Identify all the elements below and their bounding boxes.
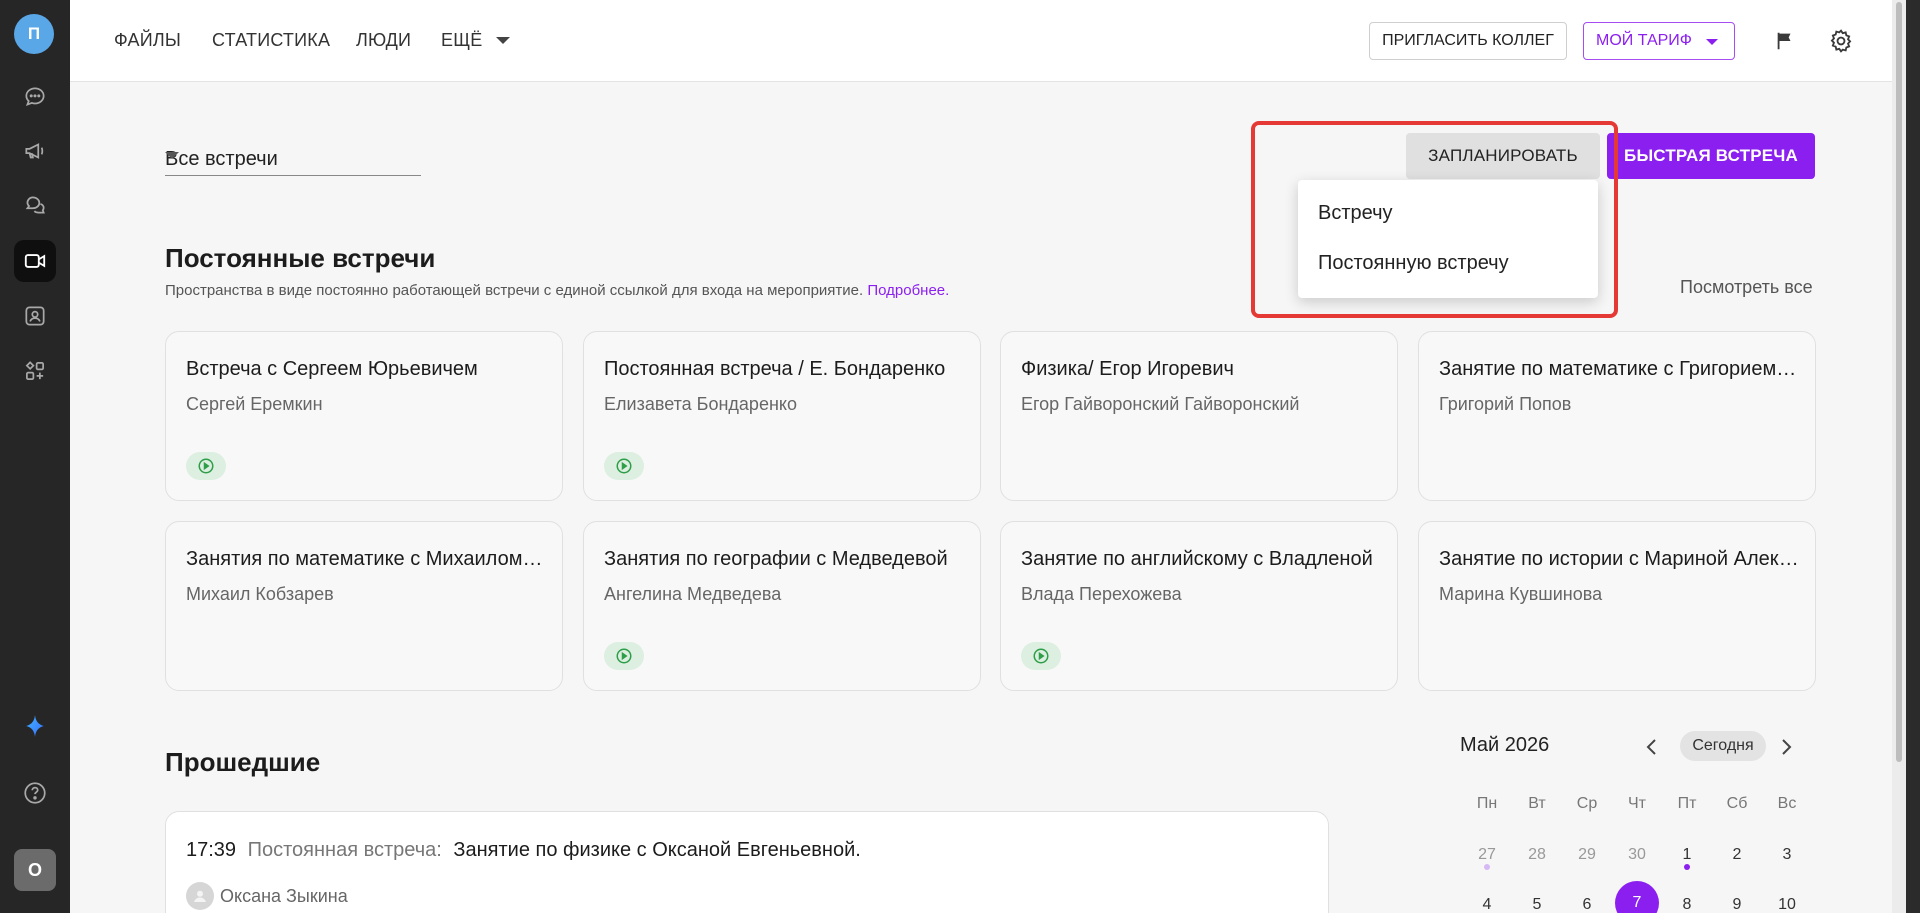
- meeting-time: 17:39: [186, 839, 237, 861]
- scrollbar[interactable]: [1892, 0, 1906, 913]
- permanent-meeting-card[interactable]: Занятия по математике с Михаилом Кобзаре…: [165, 521, 563, 691]
- person-name: Оксана Зыкина: [220, 885, 348, 906]
- card-title: Занятие по английскому с Владленой: [1021, 548, 1373, 570]
- video-icon[interactable]: [14, 240, 56, 282]
- permanent-meeting-card[interactable]: Постоянная встреча / Е. Бондаренко Елиза…: [583, 331, 981, 501]
- megaphone-icon[interactable]: [14, 130, 56, 172]
- weekday-label: Ср: [1576, 795, 1598, 812]
- meeting-name: Занятие по физике с Оксаной Евгеньевной.: [453, 839, 861, 861]
- calendar-day[interactable]: 3: [1767, 835, 1807, 875]
- permanent-meetings-subtitle: Пространства в виде постоянно работающей…: [165, 282, 949, 299]
- meeting-kind: Постоянная встреча:: [247, 839, 442, 861]
- calendar-day[interactable]: 6: [1567, 885, 1607, 913]
- filter-value: Все встречи: [165, 148, 278, 170]
- permanent-meetings-title: Постоянные встречи: [165, 243, 436, 273]
- permanent-meeting-card[interactable]: Физика/ Егор Игоревич Егор Гайворонский …: [1000, 331, 1398, 501]
- scrollbar-thumb[interactable]: [1896, 2, 1902, 762]
- permanent-meeting-card[interactable]: Занятие по математике с Григорием Поповы…: [1418, 331, 1816, 501]
- help-icon[interactable]: [14, 772, 56, 814]
- permanent-meeting-card[interactable]: Занятия по географии с Медведевой Ангели…: [583, 521, 981, 691]
- chevron-down-icon[interactable]: [496, 37, 510, 44]
- learn-more-link[interactable]: Подробнее.: [867, 282, 949, 299]
- permanent-meeting-card[interactable]: Занятие по английскому с Владленой Влада…: [1000, 521, 1398, 691]
- calendar-day[interactable]: 9: [1717, 885, 1757, 913]
- weekday-label: Вс: [1777, 795, 1797, 812]
- play-icon: [604, 642, 644, 670]
- meeting-person: Оксана Зыкина: [186, 882, 348, 910]
- card-owner: Ангелина Медведева: [604, 584, 782, 604]
- highlight-frame: [1251, 121, 1618, 318]
- play-icon: [604, 452, 644, 480]
- card-owner: Сергей Еремкин: [186, 394, 323, 414]
- play-icon: [1021, 642, 1061, 670]
- apps-icon[interactable]: [14, 350, 56, 392]
- weekday-label: Сб: [1726, 795, 1748, 812]
- card-owner: Михаил Кобзарев: [186, 584, 334, 604]
- gear-icon[interactable]: [1826, 26, 1856, 56]
- nav-more[interactable]: ЕЩЁ: [441, 30, 483, 51]
- workspace-avatar[interactable]: О: [14, 849, 56, 891]
- subtitle-text: Пространства в виде постоянно работающей…: [165, 282, 864, 299]
- nav-files[interactable]: ФАЙЛЫ: [114, 30, 181, 51]
- top-navigation: ФАЙЛЫ СТАТИСТИКА ЛЮДИ ЕЩЁ ПРИГЛАСИТЬ КОЛ…: [70, 0, 1906, 82]
- weekday-label: Пн: [1476, 795, 1498, 812]
- event-dot: [1684, 864, 1690, 870]
- card-title: Постоянная встреча / Е. Бондаренко: [604, 358, 946, 380]
- chevron-left-icon[interactable]: [1644, 736, 1660, 762]
- chevron-down-icon: [165, 152, 179, 159]
- user-avatar[interactable]: П: [14, 14, 54, 54]
- calendar-day[interactable]: 10: [1767, 885, 1807, 913]
- calendar-day-selected[interactable]: 7: [1615, 881, 1659, 913]
- chat-icon[interactable]: [14, 76, 56, 118]
- permanent-meeting-card[interactable]: Встреча с Сергеем Юрьевичем Сергей Еремк…: [165, 331, 563, 501]
- card-owner: Марина Кувшинова: [1439, 584, 1603, 604]
- calendar-day[interactable]: 4: [1467, 885, 1507, 913]
- calendar-day[interactable]: 2: [1717, 835, 1757, 875]
- meetings-filter-select[interactable]: Все встречи: [165, 140, 421, 176]
- calendar-day[interactable]: 5: [1517, 885, 1557, 913]
- card-owner: Григорий Попов: [1439, 394, 1572, 414]
- threads-icon[interactable]: [14, 184, 56, 226]
- past-meetings-title: Прошедшие: [165, 747, 321, 777]
- card-title: Занятия по математике с Михаилом Кобзаре…: [186, 548, 546, 570]
- flag-icon[interactable]: [1770, 26, 1800, 56]
- card-title: Занятия по географии с Медведевой: [604, 548, 948, 570]
- event-dot: [1484, 864, 1490, 870]
- card-owner: Елизавета Бондаренко: [604, 394, 797, 414]
- invite-colleagues-button[interactable]: ПРИГЛАСИТЬ КОЛЛЕГ: [1369, 22, 1567, 60]
- nav-people[interactable]: ЛЮДИ: [356, 30, 411, 51]
- card-title: Встреча с Сергеем Юрьевичем: [186, 358, 478, 380]
- main-content: ФАЙЛЫ СТАТИСТИКА ЛЮДИ ЕЩЁ ПРИГЛАСИТЬ КОЛ…: [70, 0, 1906, 913]
- weekday-label: Вт: [1528, 795, 1546, 812]
- calendar-day[interactable]: 29: [1567, 835, 1607, 875]
- card-title: Занятие по истории с Мариной Алексеевной: [1439, 548, 1799, 570]
- quick-meeting-button[interactable]: БЫСТРАЯ ВСТРЕЧА: [1607, 133, 1815, 179]
- chevron-right-icon[interactable]: [1778, 736, 1794, 762]
- ai-sparkle-icon[interactable]: [14, 705, 56, 747]
- contacts-icon[interactable]: [14, 295, 56, 337]
- permanent-meeting-card[interactable]: Занятие по истории с Мариной Алексеевной…: [1418, 521, 1816, 691]
- card-title: Физика/ Егор Игоревич: [1021, 358, 1234, 380]
- chevron-down-icon: [1706, 39, 1718, 45]
- card-title: Занятие по математике с Григорием Поповы…: [1439, 358, 1799, 380]
- past-meeting-row: 17:39 Постоянная встреча: Занятие по физ…: [186, 839, 861, 862]
- card-owner: Влада Перехожева: [1021, 584, 1182, 604]
- today-button[interactable]: Сегодня: [1680, 731, 1766, 761]
- calendar-day[interactable]: 8: [1667, 885, 1707, 913]
- calendar-month: Май 2026: [1460, 734, 1550, 756]
- person-avatar-icon: [186, 882, 214, 910]
- play-icon: [186, 452, 226, 480]
- view-all-link[interactable]: Посмотреть все: [1680, 277, 1813, 298]
- weekday-label: Пт: [1677, 795, 1697, 812]
- past-meeting-card[interactable]: 17:39 Постоянная встреча: Занятие по физ…: [165, 811, 1329, 913]
- card-owner: Егор Гайворонский Гайворонский: [1021, 394, 1300, 414]
- weekday-label: Чт: [1628, 795, 1646, 812]
- calendar-day[interactable]: 30: [1617, 835, 1657, 875]
- my-tariff-button[interactable]: МОЙ ТАРИФ: [1583, 22, 1735, 60]
- left-rail: П О: [0, 0, 70, 913]
- my-tariff-label: МОЙ ТАРИФ: [1596, 32, 1692, 49]
- nav-statistics[interactable]: СТАТИСТИКА: [212, 30, 330, 51]
- calendar-day[interactable]: 28: [1517, 835, 1557, 875]
